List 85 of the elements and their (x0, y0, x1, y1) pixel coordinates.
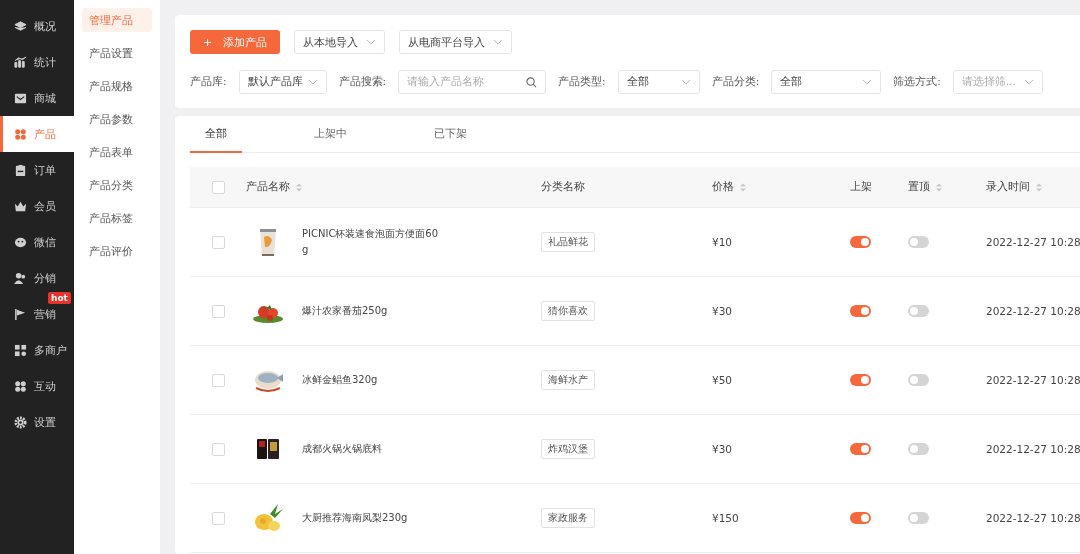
hot-badge: hot (48, 292, 71, 304)
tab[interactable]: 已下架 (419, 116, 482, 153)
column-header[interactable]: 价格 (712, 180, 746, 194)
sort-icon (296, 182, 302, 192)
category-tag: 炸鸡汉堡 (541, 439, 595, 459)
submenu-item[interactable]: 产品参数 (82, 107, 152, 131)
price-text: ¥150 (712, 512, 739, 524)
product-name: 冰鲜金鲳鱼320g (302, 373, 379, 387)
filter-label: 筛选方式: (893, 75, 941, 89)
product-name: PICNIC杯装速食泡面方便面60g (302, 227, 440, 257)
toggle-switch[interactable] (908, 305, 929, 317)
layers-icon (14, 19, 27, 33)
row-checkbox[interactable] (212, 373, 225, 387)
filter-dropdown[interactable]: 全部 (771, 70, 882, 94)
toggle-switch[interactable] (908, 374, 929, 386)
row-checkbox[interactable] (212, 235, 225, 249)
category-tag: 礼品鲜花 (541, 232, 595, 252)
price-text: ¥30 (712, 443, 733, 455)
price-text: ¥10 (712, 236, 733, 248)
envelope-icon (14, 91, 27, 105)
chevron-down-icon (307, 79, 318, 85)
toggle-switch[interactable] (908, 512, 929, 524)
import-dropdown[interactable]: 从电商平台导入 (399, 30, 513, 54)
sort-icon (1036, 182, 1042, 192)
search-icon (526, 76, 538, 88)
filter-label: 产品库: (190, 75, 227, 89)
submenu-item[interactable]: 产品表单 (82, 140, 152, 164)
import-dropdown[interactable]: 从本地导入 (294, 30, 386, 54)
filter-dropdown[interactable]: 默认产品库 (238, 70, 327, 94)
date-text: 2022-12-27 10:28 (986, 236, 1080, 248)
submenu-item[interactable]: 产品设置 (82, 41, 152, 65)
toggle-switch[interactable] (850, 305, 871, 317)
row-checkbox[interactable] (212, 304, 225, 318)
toggle-switch[interactable] (908, 443, 929, 455)
chevron-down-icon (366, 39, 377, 45)
submenu-item[interactable]: 产品标签 (82, 206, 152, 230)
date-text: 2022-12-27 10:28 (986, 443, 1080, 455)
chevron-down-icon (493, 39, 504, 45)
grid-icon (14, 127, 27, 141)
date-text: 2022-12-27 10:28 (986, 305, 1080, 317)
price-text: ¥30 (712, 305, 733, 317)
select-all-checkbox[interactable] (212, 180, 225, 194)
date-text: 2022-12-27 10:28 (986, 374, 1080, 386)
filter-label: 产品分类: (711, 75, 760, 89)
chevron-down-icon (1023, 79, 1034, 85)
tab[interactable]: 全部 (190, 116, 242, 153)
flag-icon (14, 307, 27, 321)
chart-icon (14, 55, 27, 69)
toggle-switch[interactable] (850, 512, 871, 524)
column-header: 分类名称 (541, 180, 585, 194)
submenu-item[interactable]: 产品评价 (82, 239, 152, 263)
sort-icon (936, 182, 942, 192)
chat-bubble-icon (14, 235, 27, 249)
filter-dropdown[interactable]: 全部 (617, 70, 700, 94)
toggle-switch[interactable] (850, 374, 871, 386)
toggle-switch[interactable] (850, 443, 871, 455)
column-header[interactable]: 置顶 (908, 180, 942, 194)
submenu-item[interactable]: 产品规格 (82, 74, 152, 98)
tab[interactable]: 上架中 (299, 116, 362, 153)
chevron-down-icon (680, 79, 691, 85)
product-name: 爆汁农家番茄250g (302, 304, 389, 318)
blocks-icon (14, 343, 27, 357)
row-checkbox[interactable] (212, 511, 225, 525)
column-header: 上架 (850, 180, 872, 194)
price-text: ¥50 (712, 374, 733, 386)
filter-label: 产品搜索: (338, 75, 387, 89)
clipboard-icon (14, 163, 27, 177)
sort-icon (740, 182, 746, 192)
date-text: 2022-12-27 10:28 (986, 512, 1080, 524)
product-name: 大厨推荐海南凤梨230g (302, 511, 409, 525)
column-header[interactable]: 产品名称 (246, 180, 302, 194)
category-tag: 家政服务 (541, 508, 595, 528)
product-name: 成都火锅火锅底料 (302, 442, 383, 456)
filter-label: 产品类型: (558, 75, 606, 89)
category-tag: 海鲜水产 (541, 370, 595, 390)
category-tag: 猜你喜欢 (541, 301, 595, 321)
users-icon (14, 271, 27, 285)
toggle-switch[interactable] (850, 236, 871, 248)
grid-icon (14, 379, 27, 393)
toggle-switch[interactable] (908, 236, 929, 248)
crown-icon (14, 199, 27, 213)
settings-icon (14, 415, 27, 429)
chevron-down-icon (862, 79, 873, 85)
submenu-item[interactable]: 产品分类 (82, 173, 152, 197)
row-checkbox[interactable] (212, 442, 225, 456)
